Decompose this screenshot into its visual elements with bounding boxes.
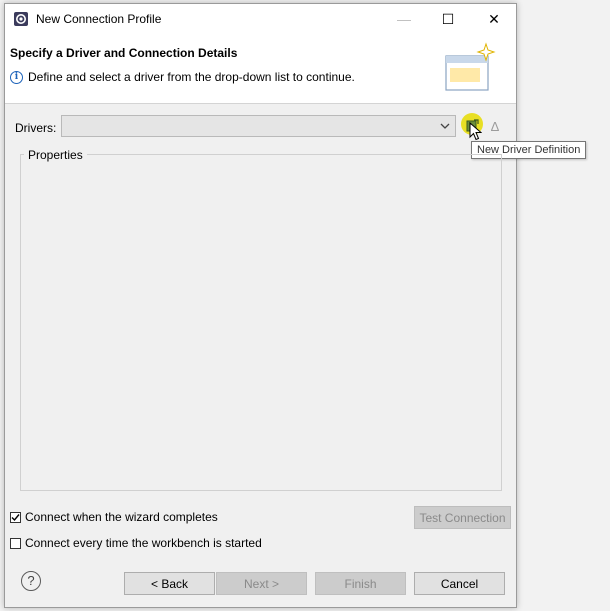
connect-when-complete-checkbox[interactable] bbox=[10, 511, 21, 523]
edit-driver-definition-icon: Δ bbox=[490, 118, 500, 134]
page-title: Specify a Driver and Connection Details bbox=[10, 46, 238, 60]
back-button[interactable]: < Back bbox=[124, 572, 215, 595]
finish-button[interactable]: Finish bbox=[315, 572, 406, 595]
minimize-button[interactable]: — bbox=[381, 4, 427, 34]
properties-label: Properties bbox=[24, 148, 87, 162]
checkmark-icon bbox=[11, 513, 20, 521]
edit-driver-definition-button[interactable]: Δ bbox=[486, 117, 504, 135]
connect-when-complete-option[interactable]: Connect when the wizard completes bbox=[10, 510, 218, 524]
connect-every-start-option[interactable]: Connect every time the workbench is star… bbox=[10, 536, 262, 550]
connect-when-complete-label: Connect when the wizard completes bbox=[25, 510, 218, 524]
maximize-icon: ☐ bbox=[441, 10, 455, 27]
close-icon: ✕ bbox=[488, 10, 500, 27]
close-button[interactable]: ✕ bbox=[471, 4, 517, 34]
connect-every-start-label: Connect every time the workbench is star… bbox=[25, 536, 262, 550]
connect-every-start-checkbox[interactable] bbox=[10, 537, 21, 549]
test-connection-button[interactable]: Test Connection bbox=[414, 506, 511, 529]
help-icon[interactable]: ? bbox=[21, 571, 41, 591]
drivers-label: Drivers: bbox=[15, 121, 57, 135]
mouse-pointer-icon bbox=[469, 122, 482, 141]
new-connection-profile-dialog: New Connection Profile — ☐ ✕ Specify a D… bbox=[4, 3, 587, 608]
title-bar: New Connection Profile — ☐ ✕ bbox=[5, 4, 516, 34]
next-button[interactable]: Next > bbox=[216, 572, 307, 595]
wizard-banner: Specify a Driver and Connection Details … bbox=[5, 34, 516, 104]
wizard-banner-image bbox=[445, 42, 496, 91]
description-text: Define and select a driver from the drop… bbox=[28, 70, 355, 84]
window-title: New Connection Profile bbox=[36, 12, 162, 26]
maximize-button[interactable]: ☐ bbox=[425, 4, 471, 34]
drivers-dropdown[interactable] bbox=[61, 115, 456, 137]
page-description: i Define and select a driver from the dr… bbox=[10, 70, 355, 84]
eclipse-gear-icon bbox=[14, 12, 28, 26]
properties-group bbox=[20, 154, 502, 491]
cancel-button[interactable]: Cancel bbox=[414, 572, 505, 595]
chevron-down-icon bbox=[440, 123, 450, 129]
minimize-icon: — bbox=[397, 11, 411, 27]
info-icon: i bbox=[10, 70, 23, 84]
